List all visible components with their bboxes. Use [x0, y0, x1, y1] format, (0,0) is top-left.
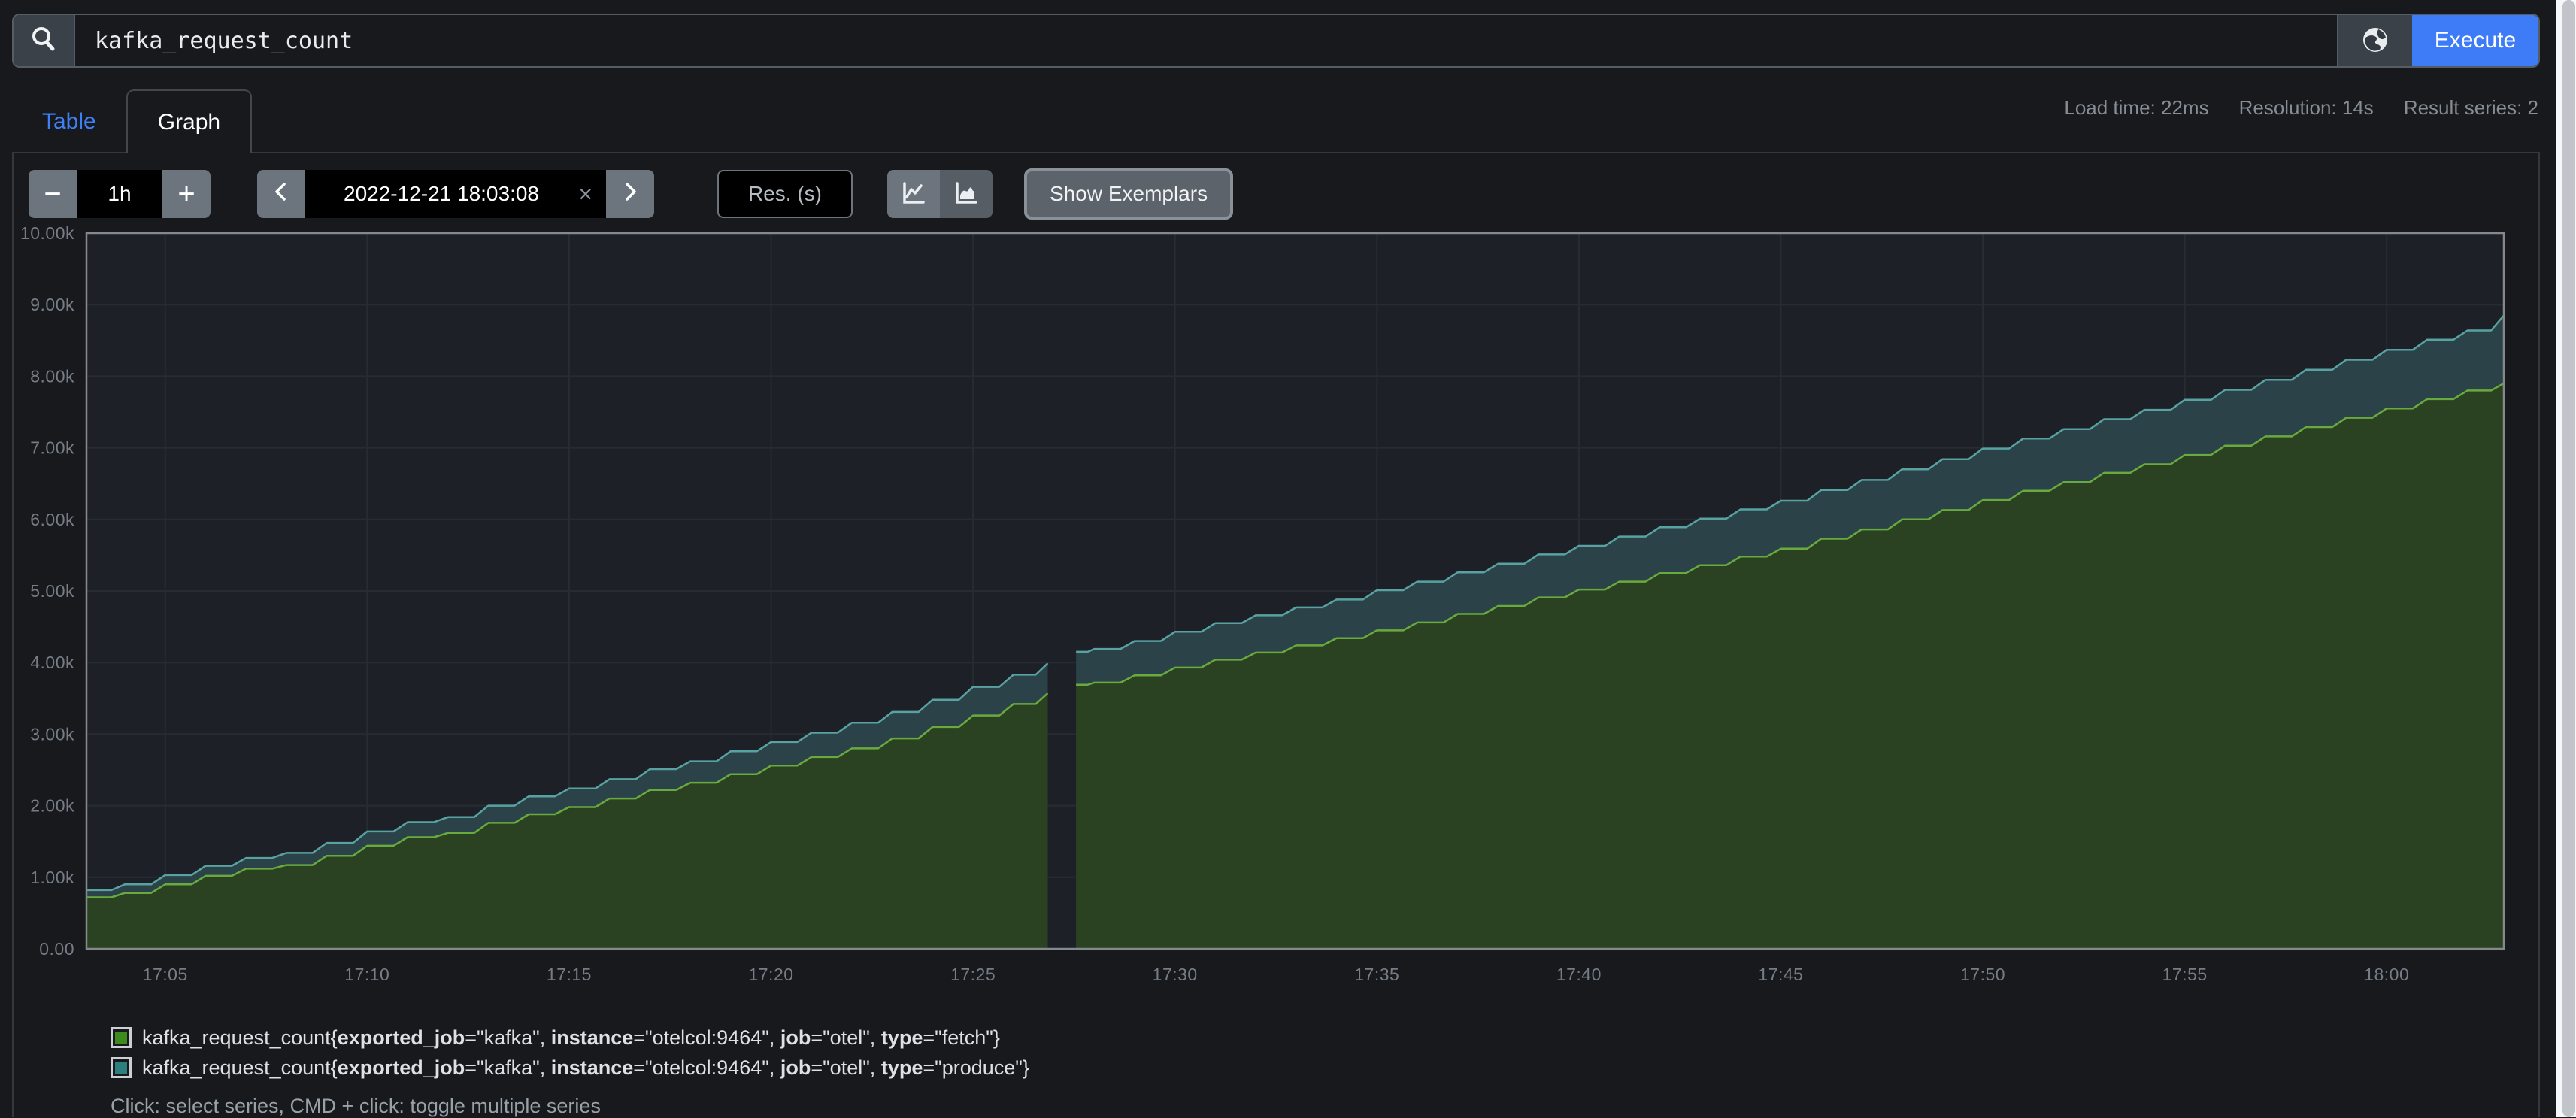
query-input[interactable] [75, 15, 2337, 66]
y-tick-label: 2.00k [30, 796, 74, 816]
x-tick-label: 17:35 [1354, 965, 1399, 984]
y-tick-label: 3.00k [30, 724, 74, 744]
x-tick-label: 17:25 [950, 965, 996, 984]
time-forward-button[interactable] [606, 170, 654, 218]
y-tick-label: 8.00k [30, 366, 74, 386]
x-tick-label: 17:50 [1960, 965, 2005, 984]
y-tick-label: 0.00 [39, 939, 74, 959]
result-series: Result series: 2 [2404, 96, 2538, 120]
load-time: Load time: 22ms [2064, 96, 2208, 120]
chevron-left-icon [270, 179, 292, 210]
x-tick-label: 17:40 [1556, 965, 1602, 984]
range-control: − + [29, 170, 211, 218]
y-tick-label: 5.00k [30, 581, 74, 601]
range-input[interactable] [77, 170, 162, 218]
minus-icon: − [44, 179, 61, 209]
plus-icon: + [177, 179, 195, 209]
legend-hint: Click: select series, CMD + click: toggl… [111, 1095, 1029, 1118]
graph-toolbar: − + × [29, 168, 1233, 220]
scrollbar-thumb[interactable] [2562, 0, 2575, 1117]
endtime-input[interactable] [305, 170, 606, 218]
query-stats: Load time: 22ms Resolution: 14s Result s… [2064, 96, 2538, 120]
legend-series-label: kafka_request_count{exported_job="kafka"… [142, 1056, 1029, 1080]
endtime-wrap: × [305, 170, 606, 218]
x-tick-label: 17:20 [748, 965, 793, 984]
y-tick-label: 7.00k [30, 438, 74, 458]
x-tick-label: 18:00 [2364, 965, 2409, 984]
query-bar: Execute [12, 14, 2540, 68]
legend-rows: kafka_request_count{exported_job="kafka"… [111, 1023, 1029, 1083]
graph-legend: kafka_request_count{exported_job="kafka"… [111, 1023, 1029, 1118]
x-tick-label: 17:05 [143, 965, 188, 984]
y-tick-label: 1.00k [30, 868, 74, 887]
resolution-input[interactable] [717, 170, 853, 218]
legend-swatch [111, 1057, 132, 1078]
x-tick-label: 17:10 [344, 965, 389, 984]
graph-canvas[interactable]: 0.00 1.00k 2.00k 3.00k 4.00k 5.00k 6.00k 7.00k 8… [14, 223, 2529, 1004]
chart-type-toggle [887, 170, 993, 218]
view-tabs: Table Graph [12, 89, 252, 153]
legend-swatch [111, 1027, 132, 1048]
tab-table[interactable]: Table [12, 89, 126, 153]
x-tick-label: 17:30 [1153, 965, 1198, 984]
x-tick-label: 17:45 [1758, 965, 1803, 984]
y-tick-label: 10.00k [20, 223, 74, 243]
resolution: Resolution: 14s [2239, 96, 2374, 120]
scrollbar-track[interactable] [2556, 0, 2576, 1117]
search-icon [29, 24, 59, 58]
search-addon [14, 15, 75, 66]
time-back-button[interactable] [257, 170, 305, 218]
range-increase-button[interactable]: + [162, 170, 211, 218]
range-decrease-button[interactable]: − [29, 170, 77, 218]
graph-panel: − + × [12, 152, 2540, 1117]
legend-series-label: kafka_request_count{exported_job="kafka"… [142, 1026, 1000, 1050]
y-tick-label: 9.00k [30, 295, 74, 314]
stacked-chart-button[interactable] [940, 170, 993, 218]
endtime-control: × [257, 170, 654, 218]
line-chart-icon [899, 179, 928, 210]
legend-item[interactable]: kafka_request_count{exported_job="kafka"… [111, 1023, 1029, 1053]
unstacked-chart-button[interactable] [887, 170, 940, 218]
x-tick-label: 17:15 [547, 965, 592, 984]
tab-graph[interactable]: Graph [126, 89, 252, 153]
legend-item[interactable]: kafka_request_count{exported_job="kafka"… [111, 1053, 1029, 1083]
metrics-explorer-button[interactable] [2337, 15, 2412, 66]
y-tick-label: 4.00k [30, 653, 74, 672]
stacked-chart-icon [952, 179, 980, 210]
chevron-right-icon [619, 179, 641, 210]
clear-time-icon[interactable]: × [578, 170, 592, 218]
x-tick-label: 17:55 [2162, 965, 2208, 984]
y-tick-label: 6.00k [30, 510, 74, 529]
globe-icon [2359, 23, 2392, 59]
execute-button[interactable]: Execute [2412, 15, 2538, 66]
show-exemplars-button[interactable]: Show Exemplars [1024, 168, 1233, 220]
